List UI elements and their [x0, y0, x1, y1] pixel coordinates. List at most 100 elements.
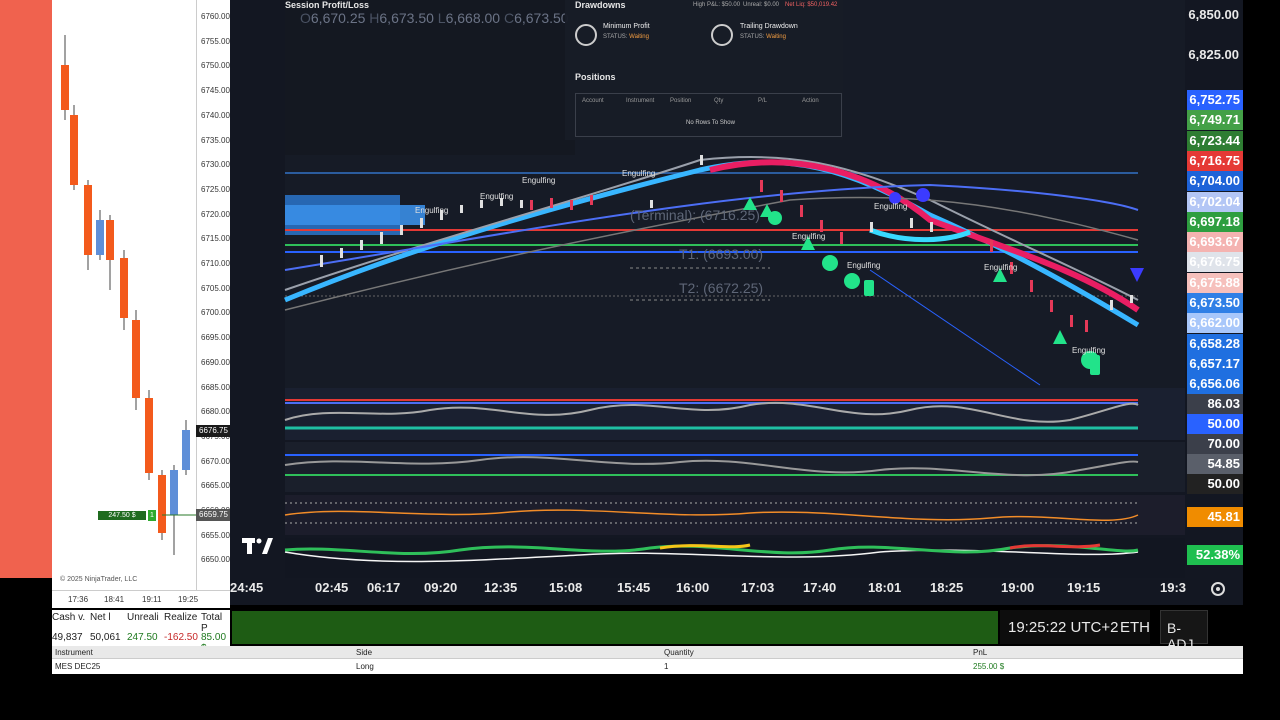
adjustment-button[interactable]: B-ADJ — [1160, 610, 1208, 652]
unreal: Unreal: $0.00 — [743, 2, 780, 8]
nt-time-label: 18:41 — [104, 595, 125, 604]
right-dark-bar — [1243, 0, 1280, 720]
acct-value: 247.50 — [127, 632, 158, 643]
price-tag: 6,675.88 — [1187, 272, 1243, 293]
account-summary: Cash v. Net l Unreali Realize Total P 49… — [52, 610, 230, 654]
positions-table-header: Instrument Side Quantity PnL — [52, 646, 1243, 659]
engulfing-tag: Engulfing — [415, 206, 449, 215]
price-tag: 6,676.75 — [1187, 252, 1243, 273]
engulfing-tag: Engulfing — [1072, 346, 1106, 355]
acct-header: Cash v. — [52, 612, 86, 623]
session-type[interactable]: ETH — [1120, 619, 1150, 636]
engulfing-tag: Engulfing — [847, 261, 881, 270]
nt-last-price-tag: 6676.75 — [196, 425, 230, 437]
net-liq: Net Liq: $50,019.42 — [785, 2, 838, 8]
engulfing-tag: Engulfing — [622, 169, 656, 178]
ninjatrader-price-axis: 6760.00 6755.00 6750.00 6745.00 6740.00 6735.… — [196, 0, 230, 590]
drawdowns-title: Drawdowns — [575, 0, 626, 10]
axis-price-label: 6,850.00 — [1188, 7, 1239, 22]
price-tag: 6,662.00 — [1187, 313, 1243, 334]
axis-price-label: 6,825.00 — [1188, 47, 1239, 62]
price-tag: 6,723.44 — [1187, 130, 1243, 151]
tradingview-logo-icon[interactable] — [240, 535, 274, 557]
indicator-tag: 50.00 — [1187, 474, 1243, 494]
time-label: 17:03 — [741, 580, 775, 595]
min-profit-status-label: STATUS: — [603, 34, 628, 40]
price-tag: 6,693.67 — [1187, 232, 1243, 253]
col-quantity: Quantity — [664, 648, 694, 657]
price-tag: 6,702.04 — [1187, 191, 1243, 212]
ohlc-close: 6,673.50 — [514, 10, 569, 26]
time-label: 15:45 — [617, 580, 651, 595]
ninjatrader-candles — [61, 35, 196, 555]
positions-table[interactable]: Instrument Side Quantity PnL MES DEC25 L… — [52, 646, 1243, 674]
price-tag: 6,752.75 — [1187, 90, 1243, 110]
nt-price-label: 6750.00 — [201, 61, 230, 71]
price-tag: 6,704.00 — [1187, 171, 1243, 192]
high-pnl: High P&L: $50.00 — [693, 2, 741, 8]
indicator-tag: 50.00 — [1187, 414, 1243, 434]
time-label: 06:17 — [367, 580, 401, 595]
indicator-tag: 45.81 — [1187, 507, 1243, 527]
ohlc-low: 6,668.00 — [445, 10, 501, 26]
min-profit-ring-icon — [575, 24, 597, 46]
nt-price-label: 6700.00 — [201, 308, 230, 318]
price-tag: 6,749.71 — [1187, 110, 1243, 131]
indicator-tag: 70.00 — [1187, 434, 1243, 454]
trailing-status-value: Waiting — [766, 34, 786, 40]
clock-time: 19:25:22 UTC+2 — [1008, 619, 1119, 636]
nt-price-label: 6745.00 — [201, 86, 230, 96]
min-profit-label: Minimum Profit — [603, 23, 650, 30]
time-label: 12:35 — [484, 580, 518, 595]
session-pnl-title: Session Profit/Loss — [285, 0, 370, 10]
engulfing-tag: Engulfing — [522, 176, 556, 185]
nt-price-label: 6680.00 — [201, 407, 230, 417]
time-label: 18:25 — [930, 580, 964, 595]
terminal-target-label: (Terminal): (6716.25) — [630, 207, 760, 223]
gear-icon[interactable] — [1207, 578, 1229, 600]
nt-price-label: 6730.00 — [201, 160, 230, 170]
nt-price-label: 6705.00 — [201, 283, 230, 293]
nt-price-label: 6710.00 — [201, 259, 230, 268]
nt-price-label: 6715.00 — [201, 234, 230, 244]
side-panel-red — [0, 0, 52, 578]
time-label: 15:08 — [549, 580, 583, 595]
acct-header: Total P — [201, 612, 223, 634]
ohlc-readout: O6,670.25 H6,673.50 L6,668.00 C6,673.50 — [300, 10, 569, 26]
acct-header: Unreali — [127, 612, 159, 623]
min-profit-status-value: Waiting — [629, 34, 649, 40]
grid-col-pl: P/L — [758, 98, 768, 104]
indicator-tag: 54.85 — [1187, 454, 1243, 474]
trailing-drawdown-label: Trailing Drawdown — [740, 23, 798, 30]
time-label: 16:00 — [676, 580, 710, 595]
nt-price-label: 6655.00 — [201, 530, 230, 540]
engulfing-tag: Engulfing — [984, 263, 1018, 272]
t2-target-label: T2: (6672.25) — [679, 280, 764, 296]
nt-price-label: 6685.00 — [201, 382, 230, 392]
nt-price-label: 6755.00 — [201, 36, 230, 46]
col-instrument: Instrument — [55, 648, 93, 657]
tv-price-axis[interactable]: 6,850.00 6,825.00 6,752.75 6,749.71 6,723.… — [1185, 0, 1243, 605]
nt-price-label: 6740.00 — [201, 110, 230, 120]
nt-position-tag: 6659.75 — [196, 509, 230, 521]
ninjatrader-chart[interactable]: 247.50 $ 1 — [52, 0, 196, 590]
table-row[interactable]: MES DEC25 Long 1 255.00 $ — [52, 660, 1243, 674]
cell-quantity: 1 — [664, 662, 669, 671]
grid-col-action: Action — [802, 98, 819, 104]
qty-flag: 1 — [148, 510, 156, 521]
ninjatrader-time-axis: 17:36 18:41 19:11 19:25 — [52, 590, 230, 608]
nt-time-label: 19:11 — [142, 595, 162, 604]
positions-grid: Account Instrument Position Qty P/L Acti… — [575, 93, 842, 137]
positions-title: Positions — [575, 72, 616, 82]
cell-instrument: MES DEC25 — [55, 662, 101, 671]
engulfing-tag: Engulfing — [480, 192, 514, 201]
copyright: © 2025 NinjaTrader, LLC — [60, 576, 138, 583]
time-label: 19:15 — [1067, 580, 1101, 595]
grid-col-instrument: Instrument — [626, 98, 655, 104]
price-tag: 6,673.50 — [1187, 293, 1243, 313]
trailing-status-label: STATUS: — [740, 34, 765, 40]
session-clock[interactable]: 19:25:22 UTC+2 ETH — [1000, 610, 1150, 644]
price-tag: 6,656.06 — [1187, 374, 1243, 395]
cell-pnl: 255.00 $ — [973, 662, 1005, 671]
min-profit-status: STATUS: Waiting — [603, 34, 649, 40]
